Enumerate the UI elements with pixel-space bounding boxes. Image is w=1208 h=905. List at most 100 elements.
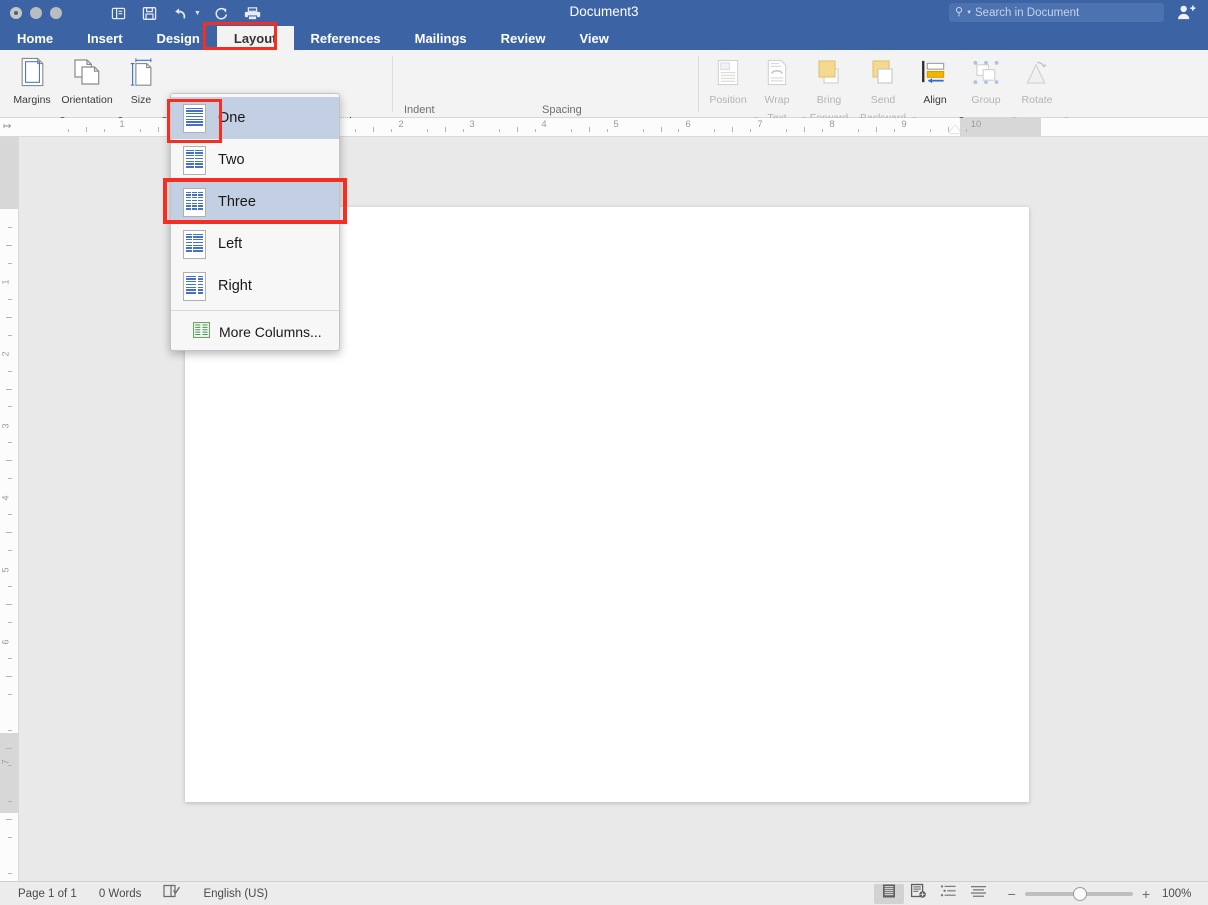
indent-group-label: Indent [404,104,435,116]
wrap-text-button[interactable]: Wrap Text [754,54,800,124]
ruler-tick [355,129,357,132]
ruler-tick [678,129,680,132]
ruler-tick [463,129,465,132]
ruler-tick [8,298,12,300]
ruler-tick [875,127,877,132]
group-label: Group [971,94,1001,106]
position-button[interactable]: Position [700,54,756,114]
wrap-text-icon [754,54,800,90]
ruler-tick [6,675,12,677]
menu-item-two[interactable]: Two [171,139,339,181]
h-tick-3: 3 [469,119,475,130]
tab-references[interactable]: References [294,26,398,50]
zoom-level[interactable]: 100% [1162,888,1196,900]
orientation-button[interactable]: Orientation [58,54,116,114]
search-options-caret-icon[interactable]: ▼ [966,10,972,16]
align-button[interactable]: Align [912,54,958,114]
v-tick-4: 4 [0,495,11,501]
margins-label: Margins [13,94,51,106]
zoom-slider-thumb[interactable] [1072,886,1087,901]
indent-marker[interactable] [949,125,961,133]
ruler-tick [8,801,12,803]
align-icon [912,54,958,90]
tab-layout[interactable]: Layout [216,26,294,50]
word-count[interactable]: 0 Words [99,888,142,900]
align-label: Align [923,94,947,106]
tab-insert[interactable]: Insert [70,26,139,50]
send-backward-button[interactable]: Send Backward [856,54,910,124]
tab-stop-icon[interactable]: ↦ [3,121,11,132]
v-tick-7: 7 [0,759,11,765]
zoom-out-button[interactable]: − [1008,887,1016,901]
column-right-icon [183,271,206,301]
column-two-icon [183,145,206,175]
h-tick-4: 4 [541,119,547,130]
rotate-button[interactable]: Rotate [1012,54,1062,114]
group-button[interactable]: Group [962,54,1010,114]
ruler-tick [498,129,500,132]
outline-view[interactable] [934,884,964,904]
search-box[interactable]: ⚲ ▼ [949,3,1164,22]
v-tick-5: 5 [0,567,11,573]
add-person-icon[interactable] [1177,4,1196,26]
ruler-tick [6,460,12,462]
ruler-tick [588,127,590,132]
size-button[interactable]: Size [120,54,162,114]
menu-item-more-columns-label: More Columns... [219,324,322,340]
draft-icon [970,885,987,903]
zoom-in-button[interactable]: + [1142,887,1150,901]
page-indicator[interactable]: Page 1 of 1 [18,888,77,900]
web-layout-view[interactable] [904,883,934,904]
h-tick-9: 9 [901,119,907,130]
group-icon [962,54,1010,90]
tab-design[interactable]: Design [140,26,217,50]
ruler-tick [8,585,12,587]
ruler-tick [68,129,70,132]
ruler-tick [139,129,141,132]
bring-forward-button[interactable]: Bring Forward [802,54,856,124]
send-backward-icon [856,54,910,90]
more-columns-icon [193,321,210,343]
tab-home[interactable]: Home [0,26,70,50]
menu-item-three[interactable]: Three [171,181,339,223]
language-indicator[interactable]: English (US) [203,888,268,900]
ruler-tick [822,129,824,132]
tab-mailings[interactable]: Mailings [398,26,484,50]
ruler-tick [8,873,12,875]
h-tick-10: 10 [970,119,982,130]
ribbon-tab-bar: Home Insert Design Layout References Mai… [0,26,1208,69]
print-layout-view[interactable] [873,883,904,904]
tab-view[interactable]: View [562,26,625,50]
vertical-ruler[interactable]: 1 2 3 4 5 6 7 [0,137,19,881]
page-size-icon [120,54,162,90]
menu-item-right[interactable]: Right [171,265,339,307]
zoom-slider[interactable] [1024,886,1133,901]
menu-item-left[interactable]: Left [171,223,339,265]
spell-check-icon[interactable] [163,884,181,903]
menu-item-more-columns[interactable]: More Columns... [171,314,339,350]
rotate-label: Rotate [1021,94,1053,106]
margins-button[interactable]: Margins [4,54,60,114]
menu-separator [171,310,339,311]
tab-review[interactable]: Review [484,26,563,50]
draft-view[interactable] [964,884,994,904]
menu-item-two-label: Two [218,152,245,168]
v-tick-3: 3 [0,423,11,429]
ruler-tick [8,226,12,228]
ruler-tick [6,244,12,246]
ruler-tick [6,532,12,534]
ruler-tick [157,127,159,132]
menu-item-one[interactable]: One [171,97,339,139]
menu-item-one-label: One [218,110,246,126]
ruler-tick [750,129,752,132]
column-left-icon [183,229,206,259]
search-input[interactable] [975,6,1152,19]
title-bar: ▼ Document3 ⚲ ▼ [0,0,1208,26]
status-left: Page 1 of 1 0 Words English (US) [0,884,268,903]
position-label: Position [709,94,747,106]
orientation-label: Orientation [61,94,113,106]
ruler-tick [8,334,12,336]
rotate-icon [1012,54,1062,90]
ruler-tick [6,603,12,605]
h-tick-5: 5 [613,119,619,130]
